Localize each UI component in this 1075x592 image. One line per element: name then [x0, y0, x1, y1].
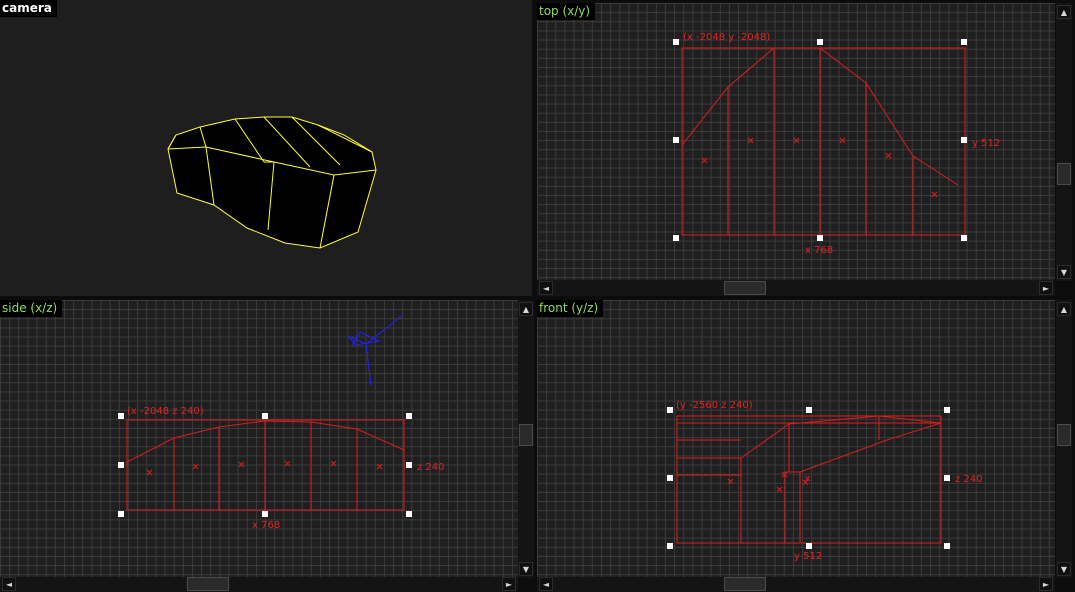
side-horizontal-scrollbar[interactable]: ◄ ►: [0, 577, 518, 592]
scroll-down-icon[interactable]: ▼: [1057, 562, 1071, 576]
scroll-right-icon[interactable]: ►: [1039, 577, 1053, 591]
scroll-thumb[interactable]: [1057, 424, 1071, 446]
side-coord-width: x 768: [252, 520, 280, 531]
front-brush-drawing: (y -2560 z 240) z 240 y 512: [667, 400, 983, 562]
top-viewport[interactable]: top (x/y) (x -2048 y -2048) y 512 x 768: [537, 3, 1055, 281]
side-coord-origin: (x -2048 z 240): [127, 406, 204, 417]
scroll-thumb[interactable]: [724, 281, 766, 295]
front-vertical-scrollbar[interactable]: ▲ ▼: [1056, 300, 1072, 578]
scroll-left-icon[interactable]: ◄: [539, 281, 553, 295]
camera-wireframe: [167, 116, 377, 249]
scroll-up-icon[interactable]: ▲: [1057, 302, 1071, 316]
top-coord-height: y 512: [972, 138, 1000, 149]
scroll-right-icon[interactable]: ►: [1039, 281, 1053, 295]
side-viewport[interactable]: side (x/z) (x -2048 z 240) z 240 x 768: [0, 300, 518, 578]
scroll-down-icon[interactable]: ▼: [519, 562, 533, 576]
front-viewport[interactable]: front (y/z) (y -2560 z 240) z 240 y 512: [537, 300, 1055, 578]
side-brush-drawing: (x -2048 z 240) z 240 x 768: [118, 314, 445, 531]
entity-marker-icon: [347, 314, 404, 387]
front-coord-height: z 240: [955, 474, 983, 485]
scroll-left-icon[interactable]: ◄: [539, 577, 553, 591]
scroll-thumb[interactable]: [187, 577, 229, 591]
front-coord-width: y 512: [794, 551, 822, 562]
side-coord-height: z 240: [417, 462, 445, 473]
top-vertical-scrollbar[interactable]: ▲ ▼: [1056, 3, 1072, 281]
scroll-up-icon[interactable]: ▲: [519, 302, 533, 316]
camera-viewport-label: camera: [0, 0, 57, 17]
top-brush-drawing: (x -2048 y -2048) y 512 x 768: [673, 32, 1000, 256]
side-vertical-scrollbar[interactable]: ▲ ▼: [518, 300, 534, 578]
scroll-up-icon[interactable]: ▲: [1057, 5, 1071, 19]
scroll-thumb[interactable]: [519, 424, 533, 446]
scroll-thumb[interactable]: [1057, 163, 1071, 185]
front-coord-origin: (y -2560 z 240): [676, 400, 753, 411]
front-horizontal-scrollbar[interactable]: ◄ ►: [537, 577, 1055, 592]
top-coord-origin: (x -2048 y -2048): [683, 32, 770, 43]
scroll-right-icon[interactable]: ►: [502, 577, 516, 591]
scroll-down-icon[interactable]: ▼: [1057, 265, 1071, 279]
scroll-thumb[interactable]: [724, 577, 766, 591]
side-viewport-label: side (x/z): [0, 300, 63, 317]
scroll-left-icon[interactable]: ◄: [2, 577, 16, 591]
top-horizontal-scrollbar[interactable]: ◄ ►: [537, 280, 1055, 296]
camera-viewport[interactable]: camera: [0, 0, 532, 296]
top-viewport-label: top (x/y): [537, 3, 596, 20]
top-coord-width: x 768: [805, 245, 833, 256]
front-viewport-label: front (y/z): [537, 300, 604, 317]
